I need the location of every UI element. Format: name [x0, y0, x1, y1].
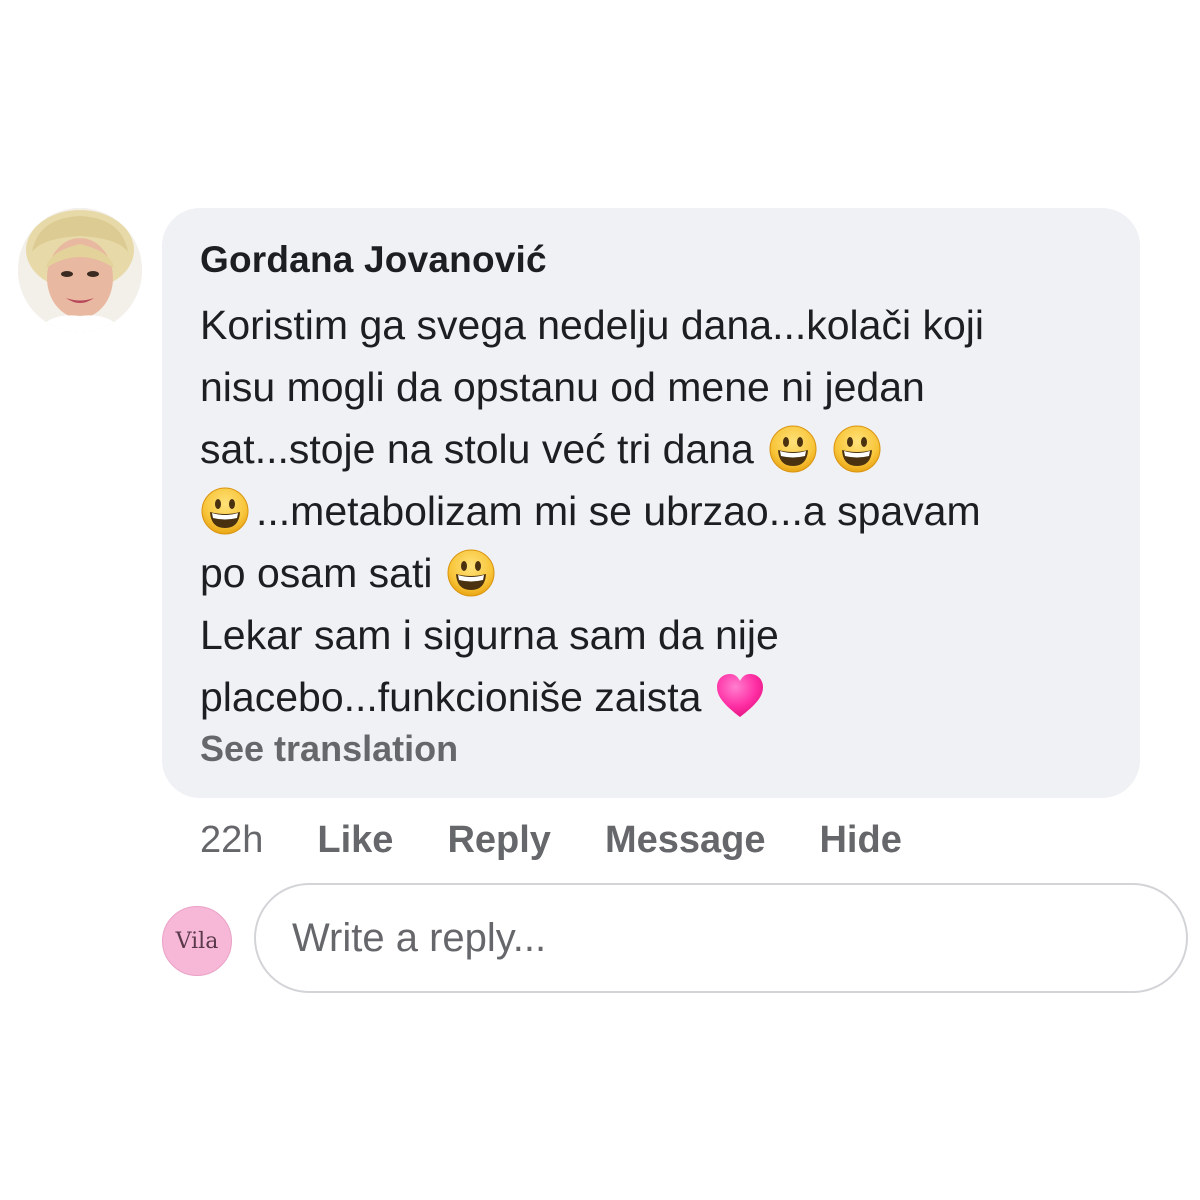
comment-actions: 22h Like Reply Message Hide: [200, 812, 902, 868]
comment-line: sat...stoje na stolu već tri dana: [200, 418, 1100, 480]
hide-button[interactable]: Hide: [819, 819, 901, 862]
pink-heart-emoji: [715, 672, 765, 722]
comment-line: po osam sati: [200, 542, 1100, 604]
grinning-face-emoji: [446, 548, 496, 598]
see-translation-link[interactable]: See translation: [200, 728, 458, 770]
comment-text: po osam sati: [200, 550, 433, 596]
comment-body: Koristim ga svega nedelju dana...kolači …: [200, 294, 1100, 728]
grinning-face-emoji: [832, 424, 882, 474]
message-button[interactable]: Message: [605, 819, 766, 862]
reply-avatar: Vila: [162, 906, 232, 976]
comment-line: Lekar sam i sigurna sam da nije: [200, 604, 1100, 666]
comment-line: Koristim ga svega nedelju dana...kolači …: [200, 294, 1100, 356]
comment-line: ...metabolizam mi se ubrzao...a spavam: [200, 480, 1100, 542]
comment-text: placebo...funkcioniše zaista: [200, 674, 702, 720]
like-button[interactable]: Like: [317, 819, 393, 862]
comment-text: nisu mogli da opstanu od mene ni jedan: [200, 364, 925, 410]
author-avatar[interactable]: [18, 208, 142, 332]
reply-input[interactable]: [254, 883, 1188, 993]
comment-text: sat...stoje na stolu već tri dana: [200, 426, 754, 472]
reply-button[interactable]: Reply: [447, 819, 550, 862]
comment-text: Koristim ga svega nedelju dana...kolači …: [200, 302, 984, 348]
grinning-face-emoji: [200, 486, 250, 536]
comment-text: ...metabolizam mi se ubrzao...a spavam: [256, 488, 981, 534]
comment-text: Lekar sam i sigurna sam da nije: [200, 612, 779, 658]
author-photo-icon: [18, 208, 142, 332]
comment-author[interactable]: Gordana Jovanović: [200, 238, 1100, 282]
comment-line: nisu mogli da opstanu od mene ni jedan: [200, 356, 1100, 418]
grinning-face-emoji: [768, 424, 818, 474]
comment-timestamp: 22h: [200, 818, 264, 861]
comment-bubble: Gordana Jovanović Koristim ga svega nede…: [162, 208, 1140, 798]
comment-line: placebo...funkcioniše zaista: [200, 666, 1100, 728]
